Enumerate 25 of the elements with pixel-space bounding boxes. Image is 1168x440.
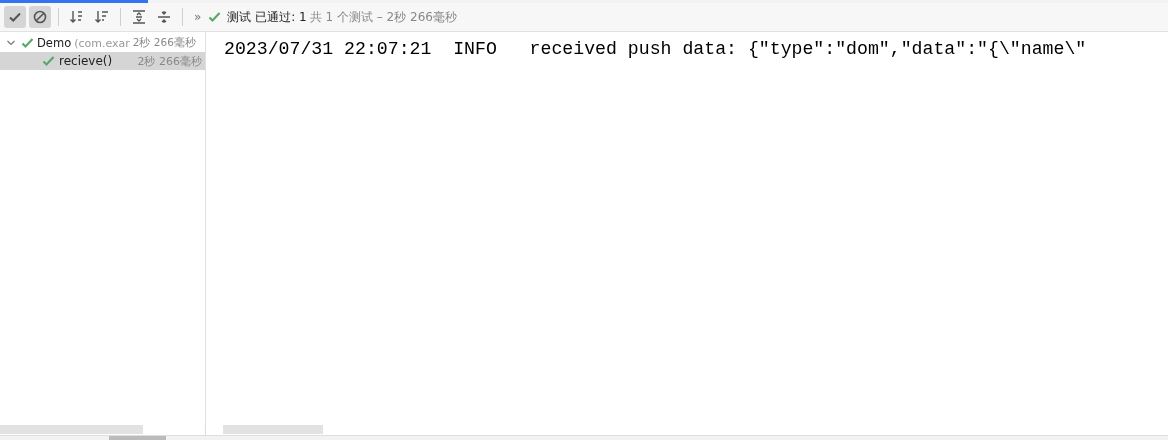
scrollbar-thumb[interactable] — [109, 436, 166, 440]
ignored-button[interactable] — [29, 6, 51, 28]
passed-button[interactable] — [4, 6, 26, 28]
check-icon — [21, 37, 34, 49]
expand-icon — [132, 10, 146, 24]
prohibited-icon — [33, 10, 47, 24]
log-line: 2023/07/31 22:07:21 INFO received push data: {"type":"dom","data":"{\"name\" — [224, 38, 1088, 61]
status-summary: 共 1 个测试 – 2秒 266毫秒 — [309, 8, 457, 26]
test-name: recieve() — [59, 54, 113, 68]
test-name: Demo — [37, 36, 72, 50]
test-duration: 2秒 266毫秒 — [137, 53, 203, 69]
sort-icon — [69, 10, 85, 24]
sort-icon — [94, 10, 110, 24]
test-duration: 2秒 266毫秒 — [132, 36, 196, 50]
scrollbar-thumb[interactable] — [223, 425, 323, 434]
chevron-icon[interactable] — [6, 38, 16, 48]
test-package: (com.exar — [74, 36, 130, 50]
more-button[interactable]: » — [194, 10, 202, 24]
collapse-icon — [157, 10, 171, 24]
check-icon — [8, 10, 22, 24]
check-icon — [42, 55, 55, 67]
status-label: 测试 已通过: 1 — [227, 8, 307, 26]
tree-item[interactable]: recieve() 2秒 266毫秒 — [0, 52, 205, 70]
scrollbar-thumb[interactable] — [0, 425, 143, 434]
tree-item[interactable]: Demo (com.exar 2秒 266毫秒 — [0, 34, 205, 52]
